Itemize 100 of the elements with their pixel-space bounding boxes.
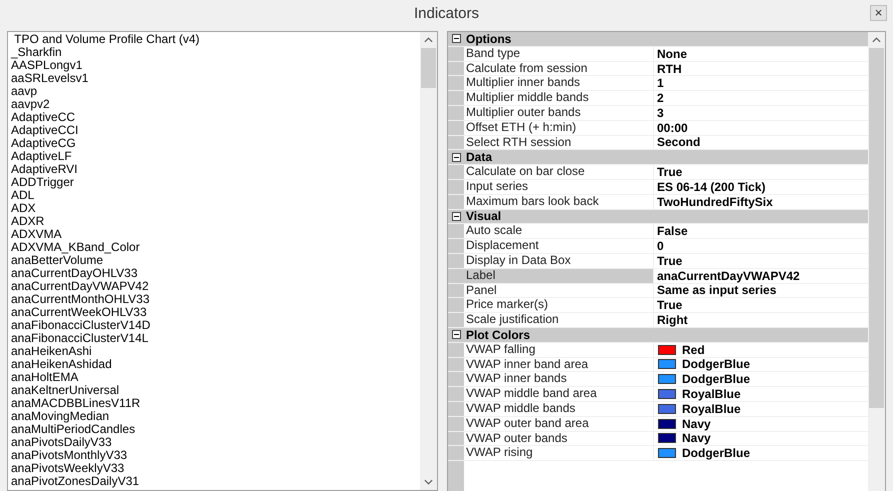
property-value[interactable]: True [657,165,682,180]
property-label[interactable]: VWAP falling [464,342,654,357]
list-item[interactable]: anaCurrentDayOHLV33 [11,267,420,280]
close-button[interactable]: × [870,5,887,21]
scroll-thumb[interactable] [421,48,436,88]
property-value[interactable]: anaCurrentDayVWAPV42 [657,268,800,283]
property-label[interactable]: Displacement [464,239,654,253]
property-label[interactable]: Multiplier middle bands [464,91,654,105]
property-label[interactable]: Auto scale [464,224,654,238]
property-label[interactable]: Calculate from session [464,62,654,76]
property-value[interactable]: 1 [657,76,664,90]
property-value[interactable]: True [657,254,682,268]
property-label[interactable]: Band type [464,46,654,61]
list-item[interactable]: anaPivotsWeeklyV33 [11,462,420,475]
property-label[interactable]: VWAP middle bands [464,402,654,416]
list-item[interactable]: anaKeltnerUniversal [11,384,420,397]
property-value[interactable]: 3 [657,106,664,120]
category-header: Visual [465,209,502,224]
property-label[interactable]: Offset ETH (+ h:min) [464,120,654,135]
property-label[interactable]: VWAP middle band area [464,387,654,401]
property-label[interactable]: Label [464,268,654,283]
property-label[interactable]: Multiplier outer bands [464,106,654,120]
property-value[interactable]: TwoHundredFiftySix [657,194,773,209]
list-item[interactable]: anaCurrentDayVWAPV42 [11,280,420,293]
property-value[interactable]: DodgerBlue [682,446,750,460]
scroll-up-icon[interactable] [872,37,881,43]
property-label[interactable]: VWAP outer bands [464,432,654,446]
property-value[interactable]: False [657,224,688,238]
list-item[interactable]: anaHoltEMA [11,371,420,384]
property-label[interactable]: Price marker(s) [464,298,654,312]
collapse-icon[interactable] [452,152,460,162]
list-item[interactable]: aaSRLevelsv1 [11,72,420,85]
list-item[interactable]: anaBetterVolume [11,254,420,267]
property-value[interactable]: RoyalBlue [682,402,741,416]
list-item[interactable]: AdaptiveCC [11,111,420,124]
list-item[interactable]: AdaptiveCCI [11,124,420,137]
property-label[interactable]: VWAP rising [464,446,654,460]
property-value[interactable]: DodgerBlue [682,357,750,372]
property-value[interactable]: 00:00 [657,120,688,135]
scrollbar[interactable] [420,32,437,490]
list-item[interactable]: anaPivotZonesDailyV31 [11,475,420,488]
list-item[interactable]: aavp [11,85,420,98]
list-item[interactable]: anaMACDBBLinesV11R [11,397,420,410]
list-item[interactable]: AdaptiveCG [11,137,420,150]
property-value[interactable]: DodgerBlue [682,372,750,386]
collapse-icon[interactable] [452,212,460,221]
property-label[interactable]: Multiplier inner bands [464,76,654,90]
list-item[interactable]: anaPivotsDailyV33 [11,436,420,449]
list-item[interactable]: anaMultiPeriodCandles [11,423,420,436]
property-value[interactable]: None [657,46,687,61]
list-item[interactable]: anaFibonacciClusterV14D [11,319,420,332]
list-item[interactable]: AdaptiveLF [11,150,420,163]
list-item[interactable]: aavpv2 [11,98,420,111]
property-value[interactable]: 2 [657,91,664,106]
list-item[interactable]: AdaptiveRVI [11,163,420,176]
list-item[interactable]: anaHeikenAshidad [11,358,420,371]
list-item[interactable]: _Sharkfin [11,46,420,59]
list-item[interactable]: TPO and Volume Profile Chart (v4) [11,33,420,46]
property-label[interactable]: Panel [464,284,654,298]
property-value[interactable]: True [657,298,682,312]
property-value[interactable]: ES 06-14 (200 Tick) [657,180,766,194]
property-value[interactable]: Second [657,135,700,150]
scroll-thumb[interactable] [869,48,884,408]
property-value[interactable]: Red [682,342,705,357]
property-value[interactable]: Same as input series [657,283,776,298]
property-label[interactable]: VWAP inner bands [464,372,654,386]
list-item[interactable]: anaPivotsMonthlyV33 [11,449,420,462]
property-label[interactable]: Scale justification [464,313,654,327]
list-item[interactable]: anaCurrentWeekOHLV33 [11,306,420,319]
list-item[interactable]: anaHeikenAshi [11,345,420,358]
property-value[interactable]: Navy [682,416,711,431]
property-value[interactable]: RTH [657,62,682,76]
scroll-up-icon[interactable] [424,37,433,43]
list-item[interactable]: anaCurrentMonthOHLV33 [11,293,420,306]
list-item[interactable]: anaFibonacciClusterV14L [11,332,420,345]
collapse-icon[interactable] [452,34,460,44]
property-label[interactable]: Select RTH session [464,136,654,150]
property-label[interactable]: Display in Data Box [464,254,654,268]
property-label[interactable]: VWAP outer band area [464,416,654,431]
list-item[interactable]: ADL [11,189,420,202]
scroll-down-icon[interactable] [424,479,433,485]
property-value[interactable]: RoyalBlue [682,387,741,402]
collapse-icon[interactable] [452,330,460,340]
list-item[interactable]: ADX [11,202,420,215]
property-value[interactable]: 0 [657,239,664,254]
property-value[interactable]: Navy [682,431,711,446]
property-label[interactable]: Calculate on bar close [464,165,654,179]
list-item[interactable]: AASPLongv1 [11,59,420,72]
property-label[interactable]: Input series [464,180,654,194]
property-label[interactable]: Maximum bars look back [464,194,654,209]
list-item[interactable]: ADDTrigger [11,176,420,189]
list-item[interactable]: anaMovingMedian [11,410,420,423]
window-title: Indicators [414,5,480,22]
list-item[interactable]: ADXR [11,215,420,228]
property-label[interactable]: VWAP inner band area [464,358,654,372]
list-item[interactable]: ADXVMA [11,228,420,241]
property-value[interactable]: Right [657,313,688,328]
scrollbar[interactable] [868,32,885,491]
category-header: Plot Colors [465,328,530,342]
list-item[interactable]: ADXVMA_KBand_Color [11,241,420,254]
